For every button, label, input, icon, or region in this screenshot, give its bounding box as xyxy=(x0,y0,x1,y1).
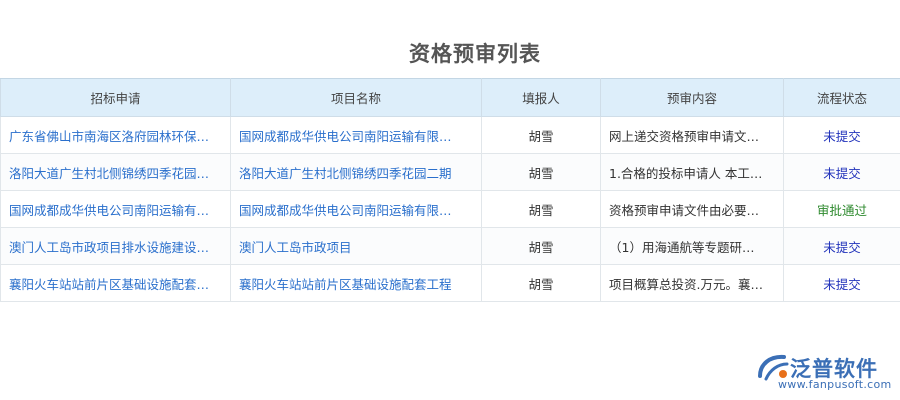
column-header-status[interactable]: 流程状态 xyxy=(783,78,900,117)
project-link[interactable]: 国网成都成华供电公司南阳运输有限… xyxy=(230,116,482,154)
reporter-cell: 胡雪 xyxy=(481,116,601,154)
logo-url: www.fanpusoft.com xyxy=(778,378,892,391)
status-cell: 审批通过 xyxy=(783,190,900,228)
reporter-cell: 胡雪 xyxy=(481,190,601,228)
table-row[interactable]: 广东省佛山市南海区洛府园林环保… 国网成都成华供电公司南阳运输有限… 胡雪 网上… xyxy=(0,116,900,154)
project-link[interactable]: 洛阳大道广生村北侧锦绣四季花园二期 xyxy=(230,153,482,191)
table-row[interactable]: 洛阳大道广生村北侧锦绣四季花园… 洛阳大道广生村北侧锦绣四季花园二期 胡雪 1.… xyxy=(0,153,900,191)
page-title: 资格预审列表 xyxy=(409,42,541,66)
content-cell: 项目概算总投资.万元。襄… xyxy=(600,264,784,302)
reporter-cell: 胡雪 xyxy=(481,227,601,265)
column-header-reporter[interactable]: 填报人 xyxy=(481,78,601,117)
project-link[interactable]: 澳门人工岛市政项目 xyxy=(230,227,482,265)
application-link[interactable]: 洛阳大道广生村北侧锦绣四季花园… xyxy=(0,153,231,191)
content-cell: 1.合格的投标申请人 本工… xyxy=(600,153,784,191)
status-cell: 未提交 xyxy=(783,153,900,191)
application-link[interactable]: 襄阳火车站站前片区基础设施配套… xyxy=(0,264,231,302)
application-link[interactable]: 广东省佛山市南海区洛府园林环保… xyxy=(0,116,231,154)
project-link[interactable]: 国网成都成华供电公司南阳运输有限… xyxy=(230,190,482,228)
table-row[interactable]: 澳门人工岛市政项目排水设施建设… 澳门人工岛市政项目 胡雪 （1）用海通航等专题… xyxy=(0,227,900,265)
project-link[interactable]: 襄阳火车站站前片区基础设施配套工程 xyxy=(230,264,482,302)
reporter-cell: 胡雪 xyxy=(481,264,601,302)
content-cell: （1）用海通航等专题研… xyxy=(600,227,784,265)
column-header-application[interactable]: 招标申请 xyxy=(0,78,231,117)
reporter-cell: 胡雪 xyxy=(481,153,601,191)
prequalification-table: 招标申请 项目名称 填报人 预审内容 流程状态 广东省佛山市南海区洛府园林环保…… xyxy=(0,78,900,302)
column-header-project[interactable]: 项目名称 xyxy=(230,78,482,117)
status-cell: 未提交 xyxy=(783,116,900,154)
application-link[interactable]: 澳门人工岛市政项目排水设施建设… xyxy=(0,227,231,265)
fanpu-logo: 泛普软件 www.fanpusoft.com xyxy=(756,352,891,392)
content-cell: 资格预审申请文件由必要… xyxy=(600,190,784,228)
table-row[interactable]: 国网成都成华供电公司南阳运输有… 国网成都成华供电公司南阳运输有限… 胡雪 资格… xyxy=(0,190,900,228)
table-row[interactable]: 襄阳火车站站前片区基础设施配套… 襄阳火车站站前片区基础设施配套工程 胡雪 项目… xyxy=(0,264,900,302)
column-header-content[interactable]: 预审内容 xyxy=(600,78,784,117)
application-link[interactable]: 国网成都成华供电公司南阳运输有… xyxy=(0,190,231,228)
table-header-row: 招标申请 项目名称 填报人 预审内容 流程状态 xyxy=(0,78,900,117)
status-cell: 未提交 xyxy=(783,227,900,265)
status-cell: 未提交 xyxy=(783,264,900,302)
content-cell: 网上递交资格预审申请文… xyxy=(600,116,784,154)
